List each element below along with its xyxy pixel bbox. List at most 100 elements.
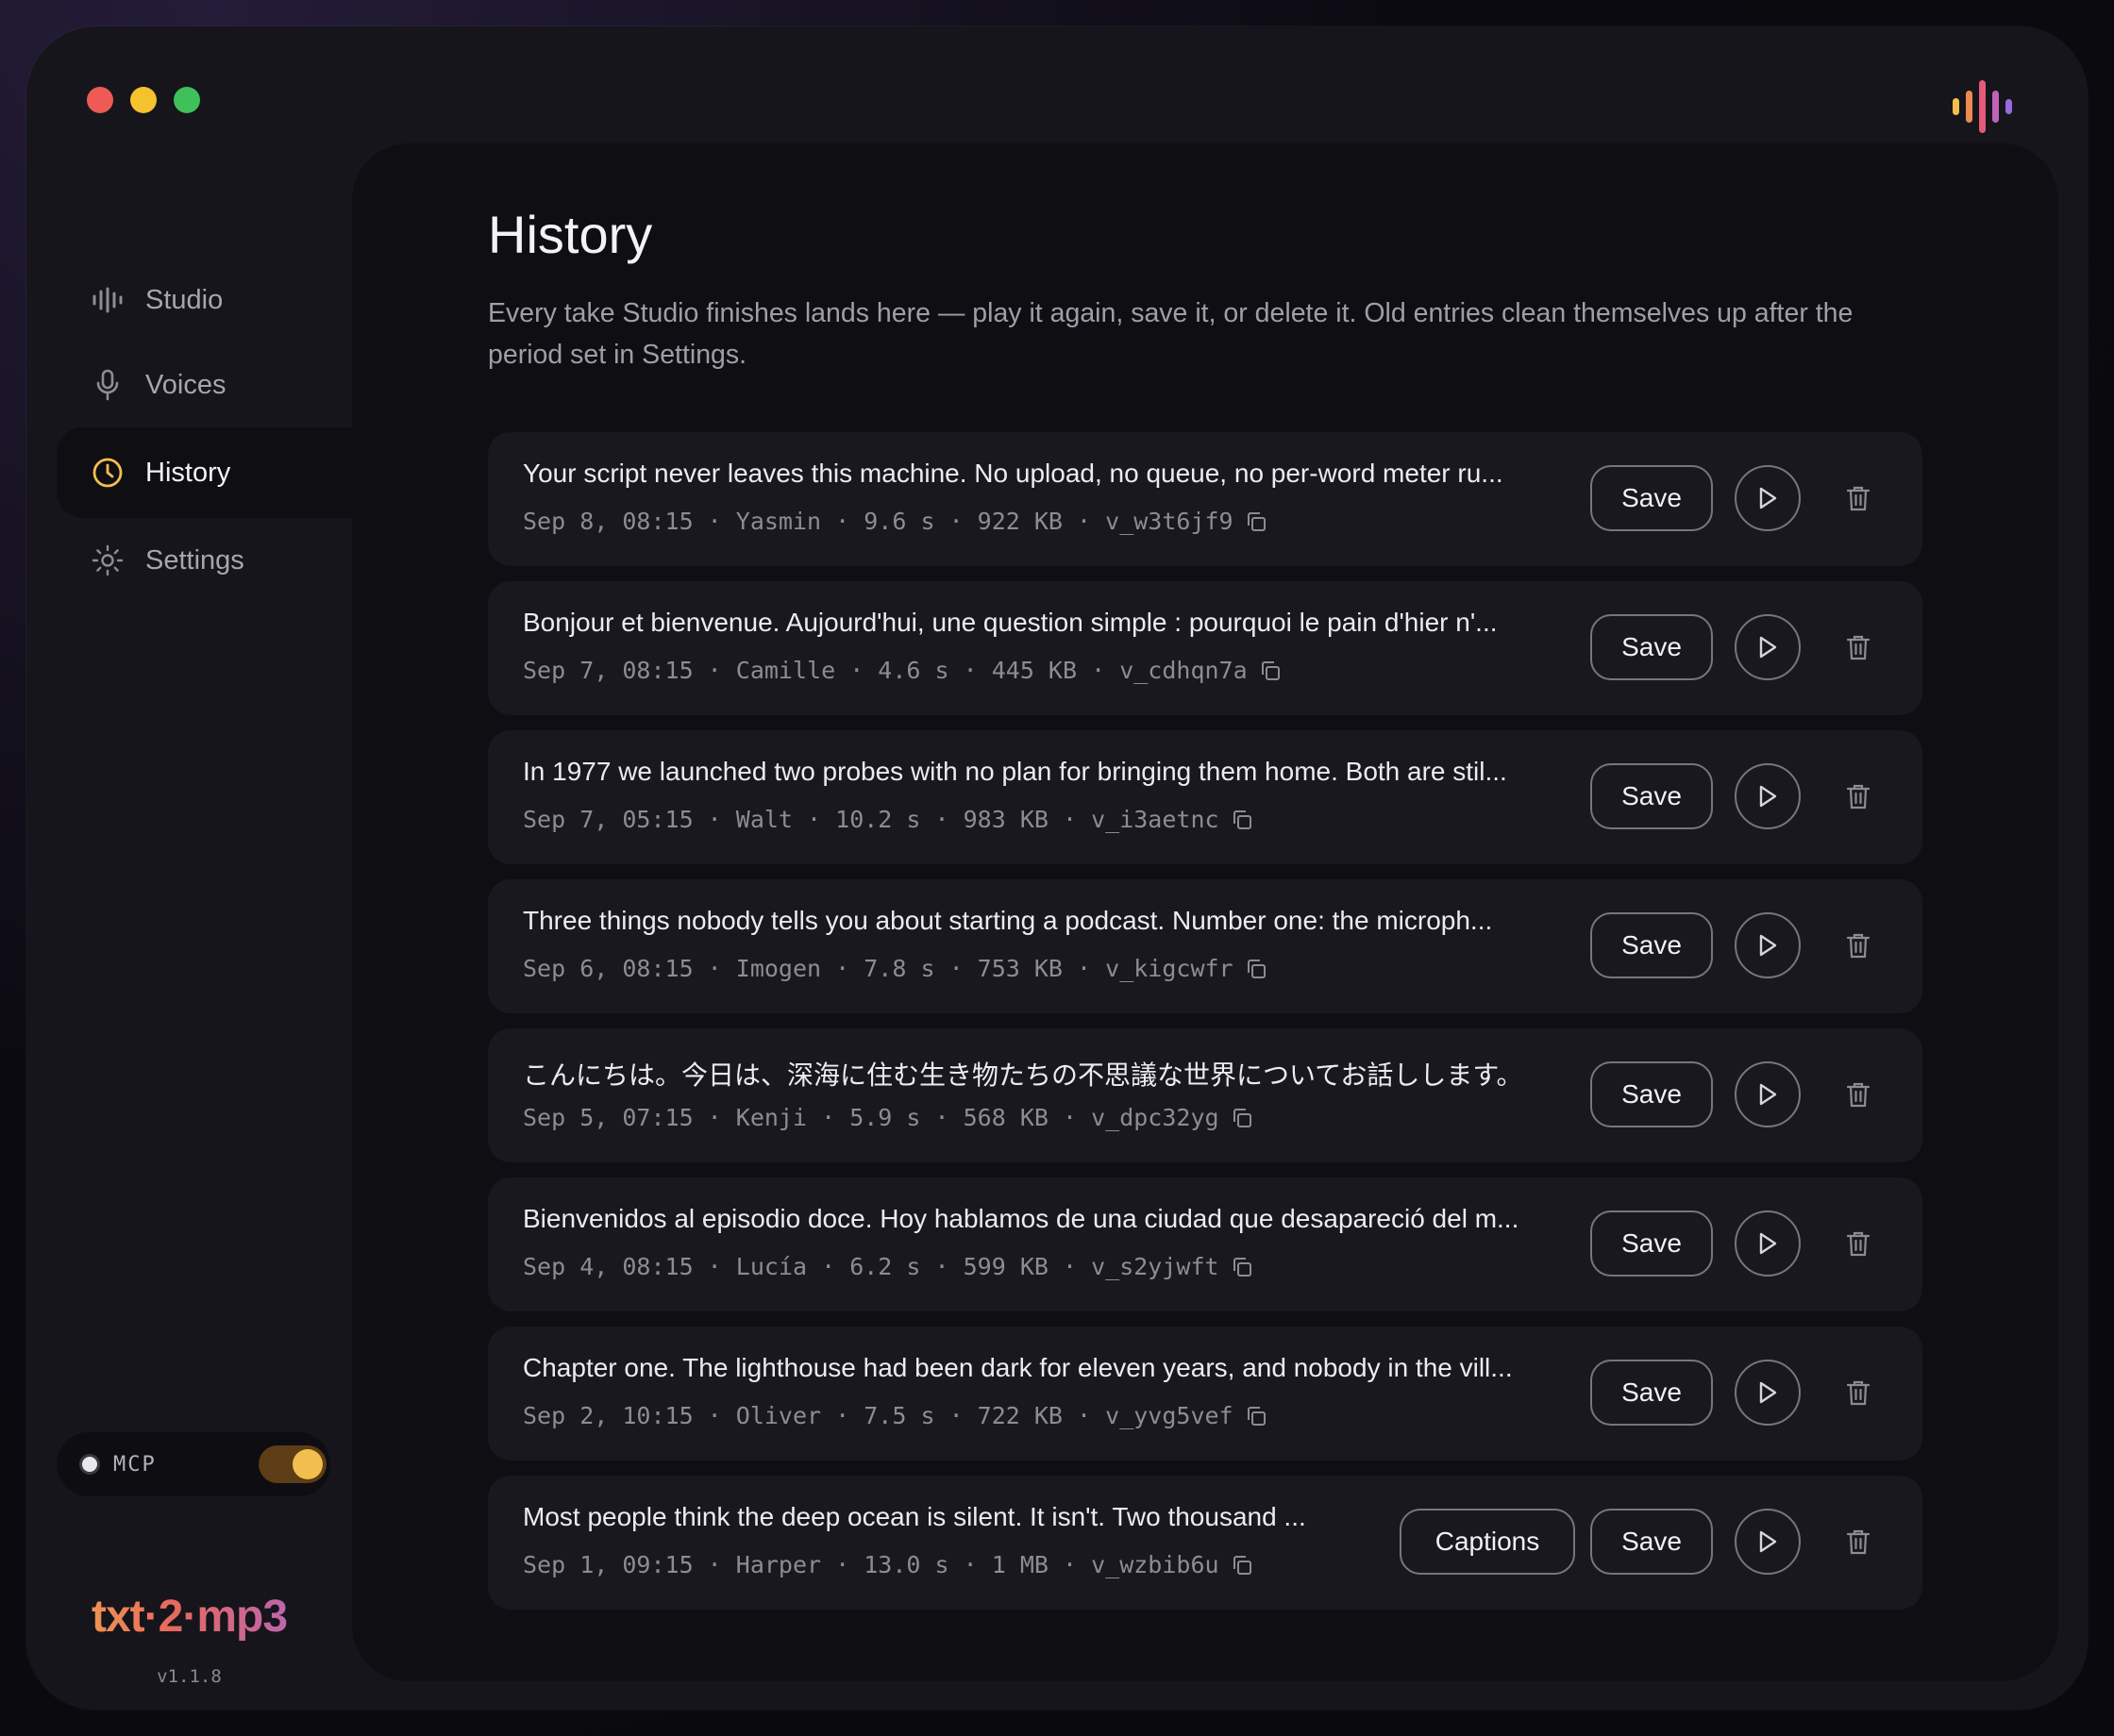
history-item-meta: Sep 5, 07:15 · Kenji · 5.9 s · 568 KB · …	[523, 1104, 1253, 1131]
history-item-id: v_wzbib6u	[1091, 1551, 1219, 1578]
play-button[interactable]	[1735, 763, 1801, 829]
trash-icon	[1846, 1529, 1871, 1555]
brand-waveform-icon	[1953, 80, 2012, 133]
play-button[interactable]	[1735, 1061, 1801, 1127]
meta-separator: ·	[693, 657, 736, 684]
trash-icon	[1846, 1380, 1871, 1406]
history-item-size: 445 KB	[991, 657, 1078, 684]
history-item-meta: Sep 4, 08:15 · Lucía · 6.2 s · 599 KB · …	[523, 1253, 1253, 1280]
history-item-duration: 7.8 s	[864, 955, 935, 982]
meta-separator: ·	[934, 1402, 978, 1429]
history-item-meta: Sep 7, 08:15 · Camille · 4.6 s · 445 KB …	[523, 657, 1282, 684]
history-item-size: 1 MB	[991, 1551, 1049, 1578]
history-row: Three things nobody tells you about star…	[488, 879, 1922, 1013]
history-item-text: Your script never leaves this machine. N…	[523, 459, 1503, 488]
mcp-status-dot	[79, 1454, 100, 1475]
play-icon	[1759, 1232, 1777, 1255]
meta-separator: ·	[934, 508, 978, 535]
trash-icon	[1846, 784, 1871, 810]
mcp-label: MCP	[113, 1452, 157, 1477]
meta-separator: ·	[1062, 508, 1106, 535]
meta-separator: ·	[1048, 1104, 1092, 1131]
save-button[interactable]: Save	[1590, 912, 1713, 978]
delete-button[interactable]	[1839, 763, 1877, 829]
copy-icon[interactable]	[1231, 1554, 1253, 1577]
save-button[interactable]: Save	[1590, 465, 1713, 531]
save-button[interactable]: Save	[1590, 1360, 1713, 1426]
history-item-date: Sep 5, 07:15	[523, 1104, 694, 1131]
history-item-size: 568 KB	[963, 1104, 1049, 1131]
delete-button[interactable]	[1839, 614, 1877, 680]
history-row: Bonjour et bienvenue. Aujourd'hui, une q…	[488, 581, 1922, 715]
mcp-toggle-panel[interactable]: MCP	[57, 1432, 330, 1496]
history-item-voice: Lucía	[735, 1253, 808, 1280]
save-button[interactable]: Save	[1590, 614, 1713, 680]
history-item-voice: Camille	[735, 657, 836, 684]
history-row: Chapter one. The lighthouse had been dar…	[488, 1327, 1922, 1461]
history-row: Most people think the deep ocean is sile…	[488, 1476, 1922, 1610]
copy-icon[interactable]	[1245, 1405, 1267, 1427]
history-item-duration: 9.6 s	[864, 508, 935, 535]
trash-icon	[1846, 1082, 1871, 1108]
sidebar-item-settings[interactable]: Settings	[57, 518, 359, 603]
mcp-toggle-switch[interactable]	[259, 1445, 327, 1483]
copy-icon[interactable]	[1231, 1256, 1253, 1278]
history-item-size: 599 KB	[963, 1253, 1049, 1280]
history-row: こんにちは。今日は、深海に住む生き物たちの不思議な世界についてお話しします。 S…	[488, 1028, 1922, 1162]
history-item-size: 922 KB	[977, 508, 1063, 535]
history-item-meta: Sep 7, 05:15 · Walt · 10.2 s · 983 KB · …	[523, 806, 1253, 833]
play-icon	[1759, 636, 1777, 659]
sidebar-item-history[interactable]: History	[57, 427, 359, 518]
delete-button[interactable]	[1839, 912, 1877, 978]
meta-separator: ·	[693, 1104, 736, 1131]
copy-icon[interactable]	[1231, 1107, 1253, 1129]
meta-separator: ·	[920, 806, 964, 833]
copy-icon[interactable]	[1245, 958, 1267, 980]
save-button[interactable]: Save	[1590, 1061, 1713, 1127]
play-button[interactable]	[1735, 465, 1801, 531]
meta-separator: ·	[693, 1402, 736, 1429]
delete-button[interactable]	[1839, 1360, 1877, 1426]
delete-button[interactable]	[1839, 1210, 1877, 1277]
captions-button[interactable]: Captions	[1400, 1509, 1575, 1575]
history-item-duration: 4.6 s	[878, 657, 949, 684]
history-item-meta: Sep 1, 09:15 · Harper · 13.0 s · 1 MB · …	[523, 1551, 1253, 1578]
delete-button[interactable]	[1839, 1061, 1877, 1127]
copy-icon[interactable]	[1259, 659, 1282, 682]
history-item-size: 753 KB	[977, 955, 1063, 982]
delete-button[interactable]	[1839, 465, 1877, 531]
save-button[interactable]: Save	[1590, 1509, 1713, 1575]
play-button[interactable]	[1735, 1509, 1801, 1575]
app-version: v1.1.8	[157, 1666, 222, 1687]
app-window: Studio Voices History Settings MCP txt·2…	[26, 26, 2088, 1710]
history-item-date: Sep 4, 08:15	[523, 1253, 694, 1280]
copy-icon[interactable]	[1245, 510, 1267, 533]
history-item-text: Bonjour et bienvenue. Aujourd'hui, une q…	[523, 608, 1498, 637]
history-item-duration: 5.9 s	[849, 1104, 921, 1131]
sidebar-item-studio[interactable]: Studio	[57, 258, 359, 342]
app-logo: txt·2·mp3	[26, 1591, 352, 1643]
play-icon	[1759, 934, 1777, 957]
delete-button[interactable]	[1839, 1509, 1877, 1575]
save-button[interactable]: Save	[1590, 763, 1713, 829]
history-item-voice: Imogen	[735, 955, 822, 982]
trash-icon	[1846, 635, 1871, 660]
meta-separator: ·	[1062, 1402, 1106, 1429]
play-button[interactable]	[1735, 614, 1801, 680]
history-item-voice: Oliver	[735, 1402, 822, 1429]
copy-icon[interactable]	[1231, 809, 1253, 831]
play-icon	[1759, 487, 1777, 509]
history-item-id: v_cdhqn7a	[1119, 657, 1248, 684]
play-button[interactable]	[1735, 1360, 1801, 1426]
meta-separator: ·	[1048, 1551, 1092, 1578]
history-item-text: In 1977 we launched two probes with no p…	[523, 757, 1507, 786]
save-button[interactable]: Save	[1590, 1210, 1713, 1277]
meta-separator: ·	[793, 806, 836, 833]
meta-separator: ·	[693, 806, 736, 833]
play-button[interactable]	[1735, 1210, 1801, 1277]
history-item-id: v_s2yjwft	[1091, 1253, 1219, 1280]
meta-separator: ·	[948, 1551, 992, 1578]
sidebar-item-voices[interactable]: Voices	[57, 342, 359, 427]
play-button[interactable]	[1735, 912, 1801, 978]
play-icon	[1759, 1381, 1777, 1404]
